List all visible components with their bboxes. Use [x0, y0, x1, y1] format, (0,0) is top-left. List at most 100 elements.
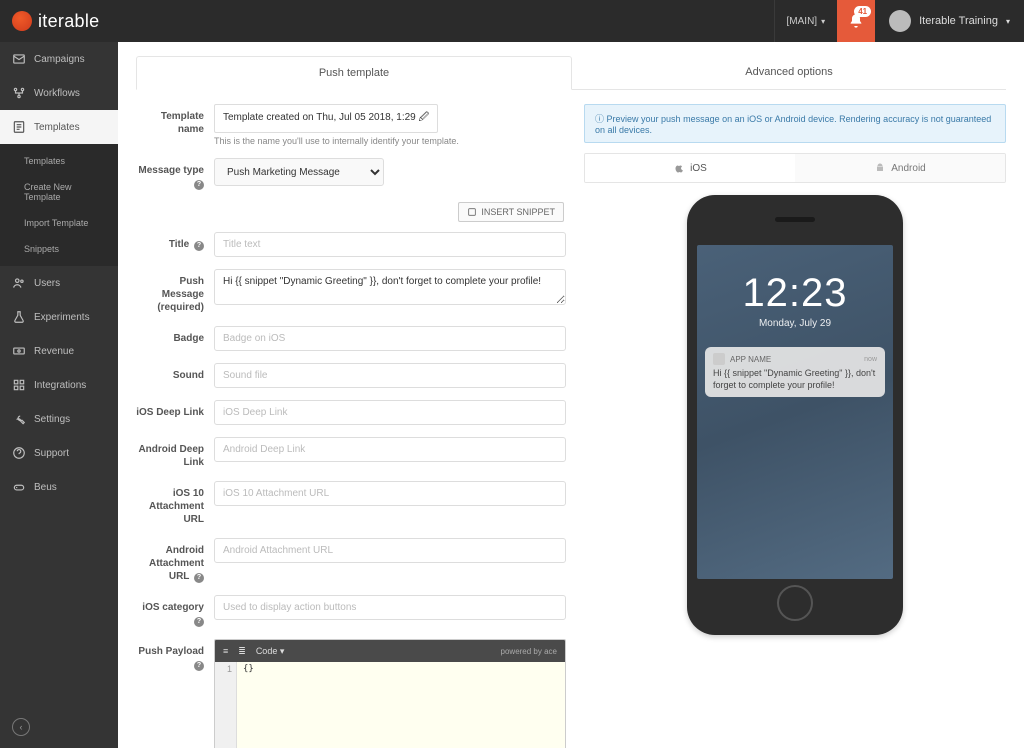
project-switcher[interactable]: [MAIN] ▾	[774, 0, 838, 42]
apple-icon	[673, 162, 685, 174]
lock-screen-date: Monday, July 29	[697, 318, 893, 329]
label-ios-category: iOS category ?	[136, 595, 214, 627]
user-menu[interactable]: Iterable Training ▾	[875, 0, 1024, 42]
label-ios10-attachment: iOS 10 Attachment URL	[136, 481, 214, 526]
badge-input[interactable]	[214, 326, 566, 351]
template-name-input[interactable]: Template created on Thu, Jul 05 2018, 1:…	[214, 104, 438, 133]
label-android-deeplink: Android Deep Link	[136, 437, 214, 469]
label-push-message: Push Message (required)	[136, 269, 214, 314]
collapse-sidebar-button[interactable]: ‹	[0, 706, 118, 748]
help-icon[interactable]: ?	[194, 241, 204, 251]
payload-code-editor[interactable]: ≡ ≣ Code ▾ powered by ace 1 {}	[214, 639, 566, 748]
sidebar-subgroup-templates: Templates Create New Template Import Tem…	[0, 144, 118, 266]
info-icon: ⓘ	[595, 114, 604, 124]
sidebar-item-label: Support	[34, 448, 69, 459]
sidebar-item-users[interactable]: Users	[0, 266, 118, 300]
sidebar-item-label: Users	[34, 278, 60, 289]
sidebar-item-label: Experiments	[34, 312, 90, 323]
sidebar-item-beus[interactable]: Beus	[0, 470, 118, 504]
app-icon	[713, 353, 725, 365]
os-tab-android[interactable]: Android	[795, 154, 1005, 182]
wrench-icon	[12, 412, 26, 426]
title-input[interactable]	[214, 232, 566, 257]
phone-screen: 12:23 Monday, July 29 APP NAME now Hi {{…	[697, 245, 893, 579]
ios-category-input[interactable]	[214, 595, 566, 620]
os-tabs: iOS Android	[584, 153, 1006, 183]
help-icon	[12, 446, 26, 460]
help-icon[interactable]: ?	[194, 661, 204, 671]
sidebar-item-templates[interactable]: Templates	[0, 110, 118, 144]
sidebar-item-support[interactable]: Support	[0, 436, 118, 470]
notification-preview: APP NAME now Hi {{ snippet "Dynamic Gree…	[705, 347, 885, 397]
sidebar-item-settings[interactable]: Settings	[0, 402, 118, 436]
label-title: Title ?	[136, 232, 214, 251]
workflow-icon	[12, 86, 26, 100]
code-toolbar: ≡ ≣ Code ▾ powered by ace	[215, 640, 565, 662]
indent-icon[interactable]: ≡	[223, 646, 228, 656]
android-deeplink-input[interactable]	[214, 437, 566, 462]
chevron-down-icon: ▾	[821, 17, 825, 26]
sidebar-sub-create-new[interactable]: Create New Template	[0, 174, 118, 210]
notification-count: 41	[854, 6, 871, 17]
os-tab-ios[interactable]: iOS	[585, 154, 795, 182]
outdent-icon[interactable]: ≣	[238, 646, 246, 657]
snippet-icon	[467, 207, 477, 217]
push-message-textarea[interactable]: Hi {{ snippet "Dynamic Greeting" }}, don…	[214, 269, 566, 305]
code-content[interactable]: {}	[237, 662, 565, 748]
help-icon[interactable]: ?	[194, 180, 204, 190]
message-type-select[interactable]: Push Marketing Message	[214, 158, 384, 186]
template-icon	[12, 120, 26, 134]
sidebar-sub-templates[interactable]: Templates	[0, 148, 118, 174]
money-icon	[12, 344, 26, 358]
sound-input[interactable]	[214, 363, 566, 388]
label-message-type: Message type ?	[136, 158, 214, 190]
sidebar-item-campaigns[interactable]: Campaigns	[0, 42, 118, 76]
chevron-left-icon: ‹	[12, 718, 30, 736]
sidebar-item-label: Settings	[34, 414, 70, 425]
main-content: Push template Advanced options Template …	[118, 42, 1024, 748]
label-ios-deeplink: iOS Deep Link	[136, 400, 214, 419]
label-sound: Sound	[136, 363, 214, 382]
lock-screen-time: 12:23	[697, 245, 893, 316]
notifications-button[interactable]: 41	[837, 0, 875, 42]
sidebar-item-workflows[interactable]: Workflows	[0, 76, 118, 110]
notif-timestamp: now	[864, 356, 877, 363]
sidebar-item-label: Templates	[34, 122, 80, 133]
label-template-name: Template name	[136, 104, 214, 136]
preview-column: ⓘ Preview your push message on an iOS or…	[584, 104, 1006, 748]
topbar: iterable [MAIN] ▾ 41 Iterable Training ▾	[0, 0, 1024, 42]
label-badge: Badge	[136, 326, 214, 345]
page-tabs: Push template Advanced options	[136, 56, 1006, 90]
ios-deeplink-input[interactable]	[214, 400, 566, 425]
insert-snippet-button[interactable]: INSERT SNIPPET	[458, 202, 564, 222]
template-name-help: This is the name you'll use to internall…	[214, 136, 566, 146]
user-name: Iterable Training	[919, 15, 998, 27]
tab-advanced-options[interactable]: Advanced options	[572, 56, 1006, 89]
notif-body: Hi {{ snippet "Dynamic Greeting" }}, don…	[713, 368, 877, 391]
sidebar-item-label: Campaigns	[34, 54, 85, 65]
android-icon	[874, 162, 886, 174]
users-icon	[12, 276, 26, 290]
tab-push-template[interactable]: Push template	[136, 56, 572, 90]
sidebar-sub-import[interactable]: Import Template	[0, 210, 118, 236]
android-attachment-input[interactable]	[214, 538, 566, 563]
sidebar-item-experiments[interactable]: Experiments	[0, 300, 118, 334]
logo[interactable]: iterable	[12, 11, 99, 32]
avatar-icon	[889, 10, 911, 32]
help-icon[interactable]: ?	[194, 617, 204, 627]
help-icon[interactable]: ?	[194, 573, 204, 583]
form-column: Template name Template created on Thu, J…	[136, 104, 566, 748]
powered-by-label: powered by ace	[501, 647, 557, 656]
sidebar-sub-snippets[interactable]: Snippets	[0, 236, 118, 262]
code-mode-label[interactable]: Code ▾	[256, 646, 285, 657]
logo-mark-icon	[12, 11, 32, 31]
app-name-label: APP NAME	[730, 355, 771, 364]
ios10-attachment-input[interactable]	[214, 481, 566, 506]
sidebar-item-revenue[interactable]: Revenue	[0, 334, 118, 368]
brand-name: iterable	[38, 11, 99, 32]
sidebar-item-label: Integrations	[34, 380, 86, 391]
chevron-down-icon: ▾	[1006, 17, 1010, 26]
sidebar-item-integrations[interactable]: Integrations	[0, 368, 118, 402]
grid-icon	[12, 378, 26, 392]
label-android-attachment: Android Attachment URL ?	[136, 538, 214, 583]
